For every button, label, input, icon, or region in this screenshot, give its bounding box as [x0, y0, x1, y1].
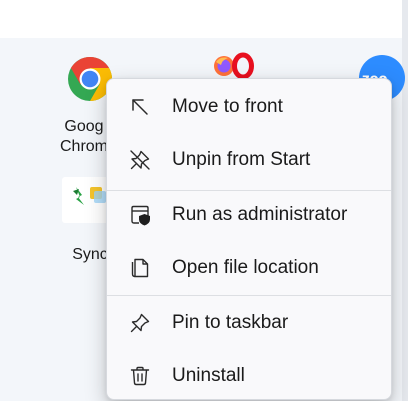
chrome-label-line1: Goog: [64, 118, 104, 135]
start-menu-screenshot: Goog Chrom zoo Sync: [0, 0, 408, 401]
menu-separator: [107, 295, 391, 296]
chrome-app-label: Goog Chrom: [54, 117, 114, 157]
sync-app-label: Sync: [70, 245, 110, 265]
menu-item-label: Uninstall: [172, 365, 245, 386]
context-menu: Move to front Unpin from Start Run as ad…: [106, 78, 392, 400]
pin-icon: [130, 313, 150, 333]
shield-window-icon: [131, 205, 150, 226]
sync-app-icon: [62, 177, 112, 223]
menu-item-open-file-location[interactable]: Open file location: [113, 246, 385, 290]
sync-label-text: Sync: [72, 246, 108, 263]
arrow-up-left-icon: [132, 99, 148, 115]
menu-separator: [107, 190, 391, 191]
menu-item-unpin-from-start[interactable]: Unpin from Start: [113, 138, 385, 182]
trash-icon: [130, 366, 150, 386]
menu-item-pin-to-taskbar[interactable]: Pin to taskbar: [113, 301, 385, 345]
menu-item-label: Move to front: [172, 96, 283, 117]
menu-item-label: Pin to taskbar: [172, 312, 289, 333]
menu-item-uninstall[interactable]: Uninstall: [113, 354, 385, 398]
menu-item-label: Run as administrator: [172, 204, 348, 225]
menu-item-run-as-administrator[interactable]: Run as administrator: [113, 193, 385, 237]
unpin-icon: [130, 150, 150, 170]
menu-item-move-to-front[interactable]: Move to front: [113, 85, 385, 129]
firefox-opera-icons: [214, 52, 254, 80]
folder-document-icon: [131, 258, 149, 278]
menu-item-label: Open file location: [172, 257, 319, 278]
menu-item-label: Unpin from Start: [172, 149, 311, 170]
chrome-label-line2: Chrom: [59, 138, 108, 155]
